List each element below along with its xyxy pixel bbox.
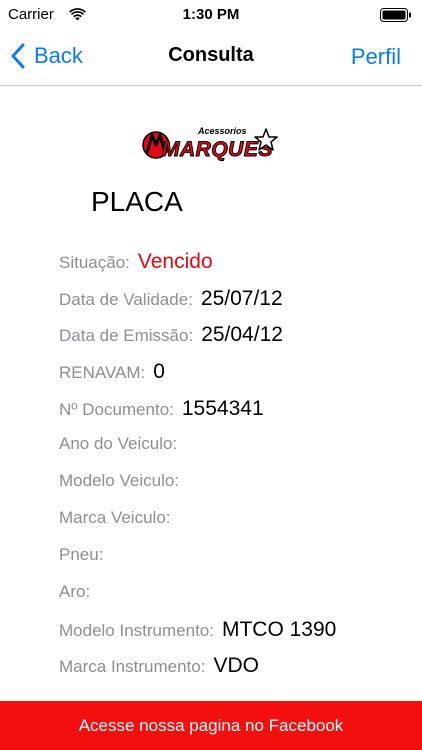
field-label: Marca Veiculo: xyxy=(59,508,171,527)
info-row-data-emissao: Data de Emissão: 25/04/12 xyxy=(59,323,283,347)
battery-icon xyxy=(380,8,411,22)
info-row-documento: Nº Documento: 1554341 xyxy=(59,397,264,421)
field-label: Modelo Veiculo: xyxy=(59,471,180,490)
field-value: 25/07/12 xyxy=(200,287,283,310)
field-value: 1554341 xyxy=(181,397,264,420)
info-row-ano-veiculo: Ano do Veiculo: xyxy=(59,434,185,454)
field-label: Aro: xyxy=(59,582,91,601)
field-label: Data de Emissão: xyxy=(59,326,194,345)
logo-brand-text: MARQUES xyxy=(162,138,273,161)
status-bar: Carrier 1:30 PM xyxy=(0,0,422,30)
back-button[interactable]: Back xyxy=(10,40,83,72)
field-label: Ano do Veiculo: xyxy=(59,434,178,453)
status-time: 1:30 PM xyxy=(182,6,240,23)
info-row-data-validade: Data de Validade: 25/07/12 xyxy=(59,287,283,311)
perfil-button[interactable]: Perfil xyxy=(351,44,401,70)
info-row-modelo-instrumento: Modelo Instrumento: MTCO 1390 xyxy=(59,618,336,642)
field-label: Modelo Instrumento: xyxy=(59,621,214,640)
field-value: 25/04/12 xyxy=(201,323,283,346)
logo-top-text: Acessorios xyxy=(197,126,247,136)
field-label: Data de Validade: xyxy=(59,290,193,309)
field-label: Nº Documento: xyxy=(59,400,174,419)
info-row-pneu: Pneu: xyxy=(59,545,111,565)
field-value: Vencido xyxy=(137,250,213,273)
field-label: Situação: xyxy=(59,253,130,272)
placa-heading: PLACA xyxy=(91,186,183,217)
facebook-banner-button[interactable]: Acesse nossa pagina no Facebook xyxy=(0,701,422,750)
field-label: Marca Instrumento: xyxy=(59,657,206,676)
info-row-renavam: RENAVAM: 0 xyxy=(59,360,165,384)
field-value: 0 xyxy=(153,360,165,383)
info-row-marca-veiculo: Marca Veiculo: xyxy=(59,508,179,528)
field-label: RENAVAM: xyxy=(59,363,146,382)
field-value: MTCO 1390 xyxy=(221,618,337,641)
marques-logo: Acessorios MARQUES xyxy=(142,126,278,162)
info-row-marca-instrumento: Marca Instrumento: VDO xyxy=(59,654,259,678)
info-row-situacao: Situação: Vencido xyxy=(59,250,213,274)
back-button-label: Back xyxy=(34,43,83,68)
field-label: Pneu: xyxy=(59,545,104,564)
info-row-aro: Aro: xyxy=(59,582,98,602)
info-row-modelo-veiculo: Modelo Veiculo: xyxy=(59,471,187,491)
field-value: VDO xyxy=(213,654,259,677)
navigation-bar: Back Consulta Perfil xyxy=(0,30,422,86)
chevron-left-icon xyxy=(11,43,25,69)
